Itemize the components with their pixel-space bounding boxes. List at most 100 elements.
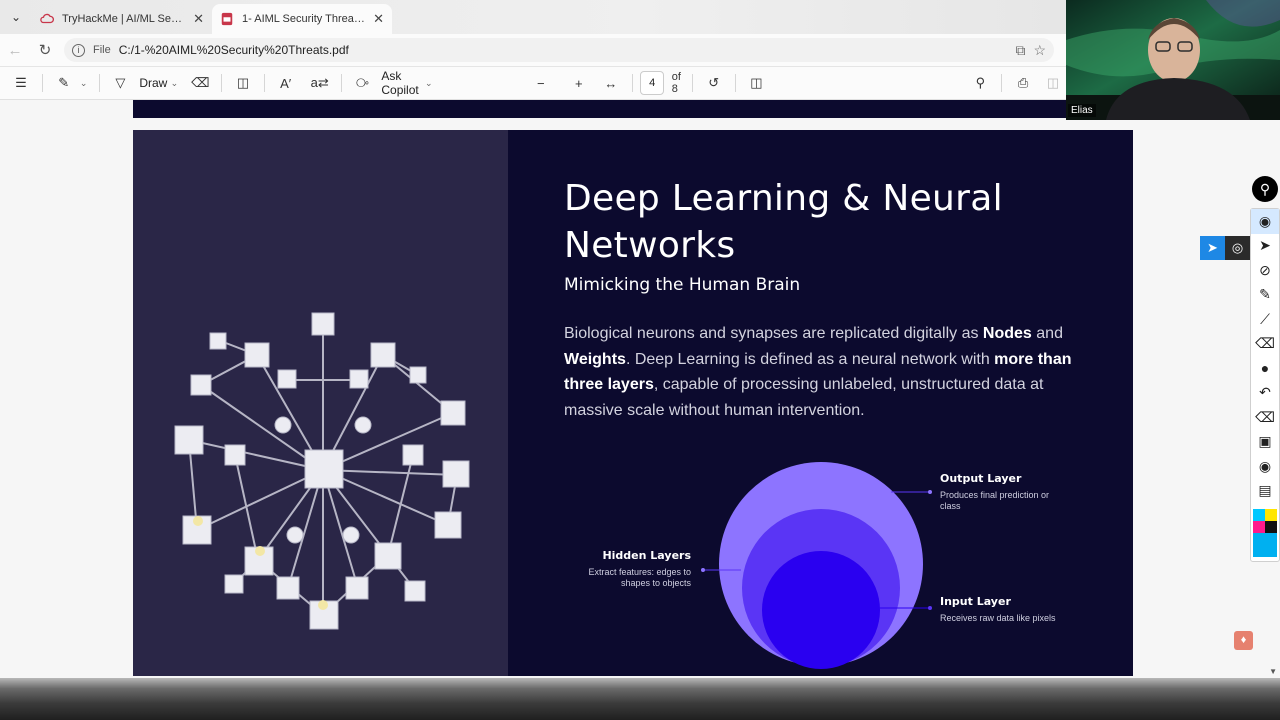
ask-copilot-button[interactable]: Ask Copilot xyxy=(381,69,421,97)
webcam-feed-image xyxy=(1066,0,1280,120)
annotation-palette: ⚲ ◉ ➤ ⊘ ✎ ⟋ ⌫ ● ↶ ⌫ ▣ ◉ ▤ xyxy=(1250,176,1280,562)
chevron-down-icon[interactable]: ⌄ xyxy=(422,69,436,97)
eye-icon[interactable]: ◉ xyxy=(1251,209,1279,234)
body-bold: Nodes xyxy=(982,325,1032,342)
eraser-icon[interactable]: ⌫ xyxy=(187,69,213,97)
toolbar-divider xyxy=(1001,74,1003,92)
previous-page-bottom xyxy=(133,100,1133,118)
pen-off-icon[interactable]: ⊘ xyxy=(1251,258,1279,283)
app-logo-icon[interactable]: ⚲ xyxy=(1252,176,1278,202)
bookmark-star-icon[interactable]: ☆ xyxy=(1033,42,1046,59)
translate-text-icon[interactable]: a⇄ xyxy=(307,69,333,97)
pointer-arrow-icon[interactable]: ➤ xyxy=(1200,236,1225,260)
toolbar-divider xyxy=(264,74,265,92)
toolbar-divider xyxy=(42,74,43,92)
chevron-down-icon[interactable]: ⌄ xyxy=(167,69,181,97)
fit-to-width-icon[interactable]: ↔ xyxy=(598,69,624,97)
pdf-viewport[interactable]: Deep Learning & Neural Networks Mimickin… xyxy=(0,100,1280,678)
eraser-tool-icon[interactable]: ⌫ xyxy=(1251,332,1279,357)
print-icon[interactable]: ⎙ xyxy=(1010,69,1036,97)
camera-icon[interactable]: ◉ xyxy=(1251,454,1279,479)
toolbar-divider xyxy=(98,74,100,92)
tab-close-icon[interactable]: ✕ xyxy=(193,11,204,27)
input-layer-label: Input Layer xyxy=(940,595,1011,608)
color-swatches xyxy=(1253,509,1279,533)
hidden-connector-dot xyxy=(701,568,705,572)
chevron-down-icon[interactable]: ⌄ xyxy=(77,69,91,97)
toolbar-divider xyxy=(631,74,633,92)
zoom-out-icon[interactable]: − xyxy=(528,69,554,97)
back-arrow-icon[interactable]: ← xyxy=(0,42,30,59)
pointer-flyout: ➤ ◎ xyxy=(1200,236,1250,260)
body-text: and xyxy=(1031,325,1063,342)
output-layer-label: Output Layer xyxy=(940,472,1022,485)
zoom-in-icon[interactable]: + xyxy=(566,69,592,97)
dot-brush-icon[interactable]: ● xyxy=(1251,356,1279,381)
save-icon[interactable]: ◫ xyxy=(1040,69,1066,97)
draw-button[interactable]: Draw xyxy=(139,76,167,90)
translate-icon[interactable]: ⧉ xyxy=(1015,42,1025,59)
copilot-icon[interactable]: ⧂ xyxy=(349,69,375,97)
pdf-toolbar: ☰ ✎ ⌄ ▽ Draw ⌄ ⌫ ◫ A′ a⇄ ⧂ Ask Copilot ⌄… xyxy=(0,66,1066,100)
desktop-background-strip xyxy=(0,678,1280,720)
url-scheme: File xyxy=(93,44,111,56)
text-box-icon[interactable]: ◫ xyxy=(230,69,256,97)
page-number-input[interactable]: 4 xyxy=(640,71,664,95)
participant-name: Elias xyxy=(1068,104,1096,117)
rotate-icon[interactable]: ↺ xyxy=(701,69,727,97)
contents-list-icon[interactable]: ☰ xyxy=(8,69,34,97)
output-layer-desc: Produces final prediction or xyxy=(940,490,1049,500)
search-icon[interactable]: ⚲ xyxy=(967,69,993,97)
hidden-layers-desc: Extract features: edges to xyxy=(588,567,691,577)
hidden-layers-desc: shapes to objects xyxy=(621,578,692,588)
scroll-down-arrow-icon[interactable]: ▼ xyxy=(1269,667,1277,676)
swatch-cyan[interactable] xyxy=(1253,509,1265,521)
output-layer-desc: class xyxy=(940,501,961,511)
toolbar-divider xyxy=(692,74,693,92)
tryhackme-cloud-icon xyxy=(40,13,54,24)
site-info-icon[interactable]: i xyxy=(72,43,85,57)
read-aloud-icon[interactable]: A′ xyxy=(273,69,299,97)
draw-pen-icon[interactable]: ▽ xyxy=(107,69,133,97)
adobe-acrobat-icon[interactable]: ♦ xyxy=(1234,631,1253,650)
body-bold: Weights xyxy=(564,350,626,368)
annotation-tools: ◉ ➤ ⊘ ✎ ⟋ ⌫ ● ↶ ⌫ ▣ ◉ ▤ xyxy=(1250,208,1280,562)
undo-icon[interactable]: ↶ xyxy=(1251,381,1279,406)
pdf-icon xyxy=(221,12,233,26)
whiteboard-icon[interactable]: ▣ xyxy=(1251,430,1279,455)
browser-tab-bar: ⌄ TryHackMe | AI/ML Security Threats ✕ 1… xyxy=(0,0,1066,34)
layers-diagram: Output Layer Produces final prediction o… xyxy=(588,462,1056,669)
tab-close-icon[interactable]: ✕ xyxy=(373,11,384,27)
page-view-icon[interactable]: ◫ xyxy=(743,69,769,97)
tab-tryhackme[interactable]: TryHackMe | AI/ML Security Threats ✕ xyxy=(32,4,212,34)
swatch-yellow[interactable] xyxy=(1265,509,1277,521)
slide-title: Deep Learning & Neural Networks xyxy=(564,178,1003,266)
spotlight-pointer-icon[interactable]: ◎ xyxy=(1225,236,1250,260)
screen: ⌄ TryHackMe | AI/ML Security Threats ✕ 1… xyxy=(0,0,1280,720)
tab-list-chevron-icon[interactable]: ⌄ xyxy=(0,0,32,34)
output-connector-dot xyxy=(928,490,932,494)
tab-pdf[interactable]: 1- AIML Security Threats.pdf ✕ xyxy=(212,4,392,34)
input-connector-dot xyxy=(928,606,932,610)
clipboard-icon[interactable]: ▤ xyxy=(1251,479,1279,504)
body-text: . Deep Learning is defined as a neural n… xyxy=(625,350,995,368)
toolbar-divider xyxy=(221,74,223,92)
trash-icon[interactable]: ⌫ xyxy=(1251,405,1279,430)
input-layer-desc: Receives raw data like pixels xyxy=(940,613,1056,623)
url-input[interactable]: i File C:/1-%20AIML%20Security%20Threats… xyxy=(64,38,1054,62)
url-text: C:/1-%20AIML%20Security%20Threats.pdf xyxy=(118,43,349,57)
slide-subtitle: Mimicking the Human Brain xyxy=(564,275,801,295)
slide-body-text: Biological neurons and synapses are repl… xyxy=(564,321,1084,423)
tab-title: TryHackMe | AI/ML Security Threats xyxy=(62,13,185,25)
body-text: Biological neurons and synapses are repl… xyxy=(564,325,983,342)
reload-icon[interactable]: ↻ xyxy=(30,41,60,59)
cursor-arrow-icon[interactable]: ➤ xyxy=(1251,234,1279,259)
webcam-overlay: Elias xyxy=(1066,0,1280,120)
pdf-page: Deep Learning & Neural Networks Mimickin… xyxy=(133,130,1133,676)
current-color-swatch[interactable] xyxy=(1253,533,1277,557)
highlighter-pen-icon[interactable]: ✎ xyxy=(1251,283,1279,308)
line-icon[interactable]: ⟋ xyxy=(1251,307,1279,332)
swatch-magenta[interactable] xyxy=(1253,521,1265,533)
swatch-black[interactable] xyxy=(1265,521,1277,533)
highlighter-icon[interactable]: ✎ xyxy=(51,69,77,97)
